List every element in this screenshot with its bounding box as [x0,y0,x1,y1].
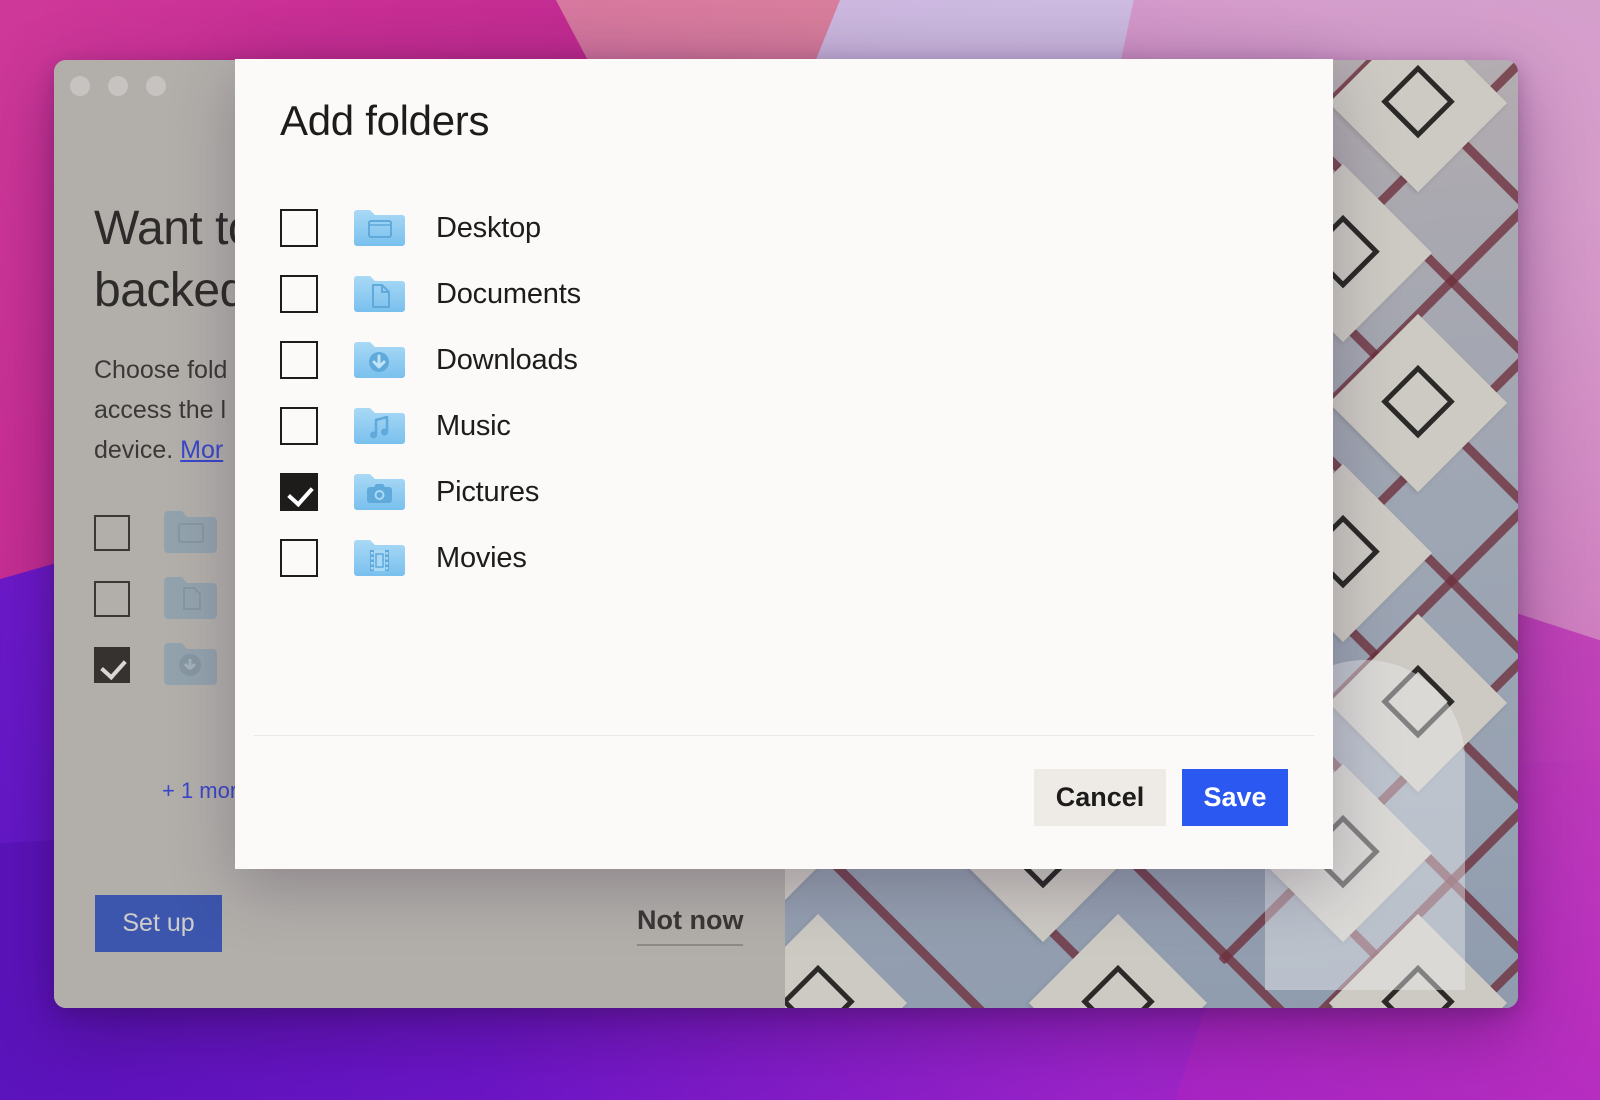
zoom-button[interactable] [146,76,166,96]
folder-desktop-icon [351,204,408,252]
checkbox-music[interactable] [280,407,318,445]
not-now-button[interactable]: Not now [637,905,744,946]
folder-documents-icon [162,573,219,626]
folder-label: Desktop [436,211,541,244]
app-folder-checkbox[interactable] [94,515,130,551]
folder-movies-icon [351,534,408,582]
folder-music-icon [351,402,408,450]
checkbox-desktop[interactable] [280,209,318,247]
app-folder-checkbox[interactable] [94,581,130,617]
folder-row-desktop[interactable]: Desktop [280,195,1280,261]
minimize-button[interactable] [108,76,128,96]
window-traffic-lights [70,76,166,96]
dialog-title: Add folders [280,97,490,144]
folder-documents-icon [351,270,408,318]
folder-label: Downloads [436,343,578,376]
dialog-actions: Cancel Save [1034,769,1288,826]
folder-row-documents[interactable]: Documents [280,261,1280,327]
checkbox-movies[interactable] [280,539,318,577]
cancel-button[interactable]: Cancel [1034,769,1166,826]
folder-row-pictures[interactable]: Pictures [280,459,1280,525]
folder-row-music[interactable]: Music [280,393,1280,459]
folder-downloads-icon [162,639,219,692]
checkbox-documents[interactable] [280,275,318,313]
checkbox-downloads[interactable] [280,341,318,379]
folder-row-downloads[interactable]: Downloads [280,327,1280,393]
app-folder-row[interactable] [94,632,219,698]
app-folder-row[interactable] [94,500,219,566]
save-button[interactable]: Save [1182,769,1288,826]
dialog-divider [254,735,1314,736]
more-info-link[interactable]: Mor [180,436,223,464]
app-folder-list [94,500,219,698]
folder-row-movies[interactable]: Movies [280,525,1280,591]
app-folder-checkbox[interactable] [94,647,130,683]
close-button[interactable] [70,76,90,96]
folder-label: Movies [436,541,527,574]
folder-label: Music [436,409,511,442]
folder-label: Documents [436,277,581,310]
folder-desktop-icon [162,507,219,560]
folder-pictures-icon [351,468,408,516]
folder-label: Pictures [436,475,540,508]
checkbox-pictures[interactable] [280,473,318,511]
folder-list: Desktop Documents Downloads Music Pictur… [280,195,1280,591]
app-folder-row[interactable] [94,566,219,632]
folder-downloads-icon [351,336,408,384]
add-folders-dialog: Add folders Desktop Documents Downloads … [235,59,1333,869]
set-up-button[interactable]: Set up [95,895,222,952]
